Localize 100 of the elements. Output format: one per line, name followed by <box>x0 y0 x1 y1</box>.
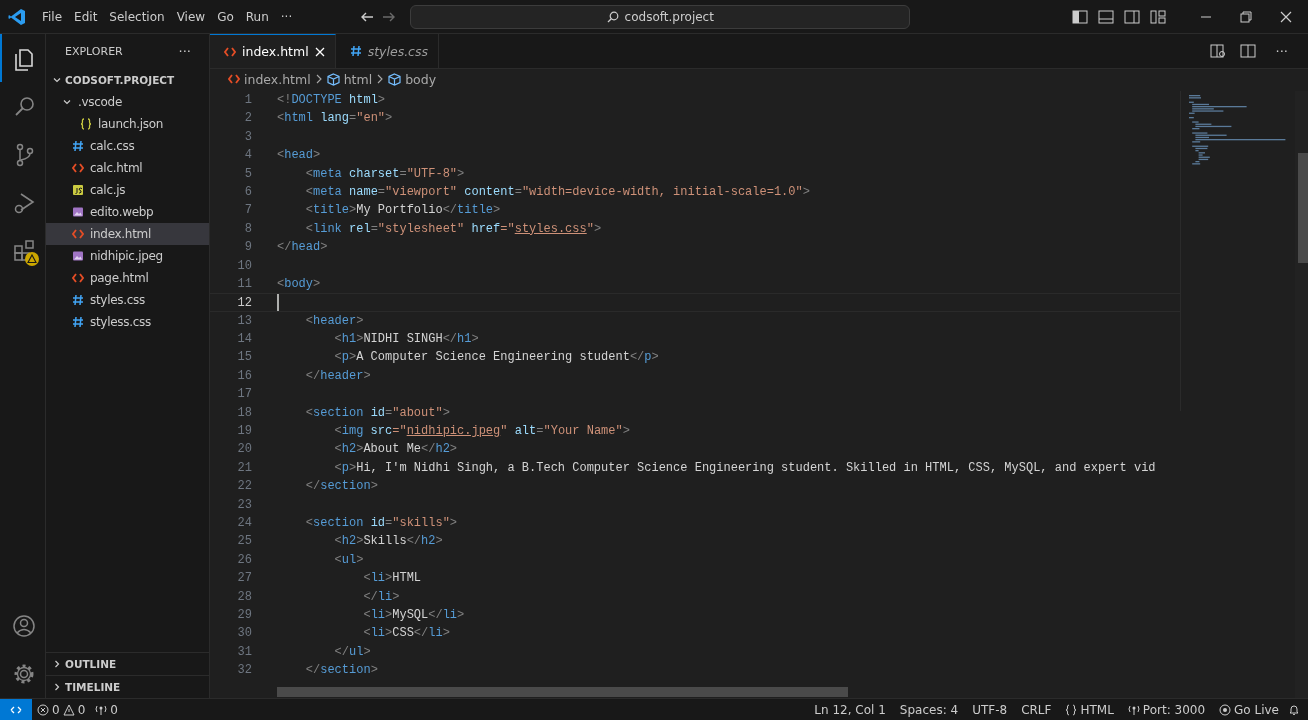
port-button[interactable]: Port: 3000 <box>1122 702 1211 717</box>
ports-button[interactable]: 0 <box>90 702 123 717</box>
breadcrumb-item[interactable]: index.html <box>228 71 311 87</box>
problems-button[interactable]: 0 0 <box>32 702 91 717</box>
language-mode-button[interactable]: HTML <box>1060 702 1119 717</box>
hash-file-icon <box>72 140 84 152</box>
more-actions-button[interactable]: ··· <box>1269 42 1294 60</box>
search-icon <box>606 10 619 23</box>
menu-item[interactable]: Go <box>211 6 240 27</box>
more-menu-button[interactable]: ··· <box>274 6 299 27</box>
cube-icon <box>326 72 340 86</box>
line-number: 18 <box>236 404 252 422</box>
code-file-icon <box>72 162 84 174</box>
editor-tab[interactable]: index.html <box>210 34 336 68</box>
sidebar-layout-icon[interactable] <box>1072 9 1088 24</box>
explorer-file[interactable]: page.html <box>46 267 209 289</box>
code-line: <li>HTML <box>362 570 423 588</box>
account-icon[interactable] <box>10 613 37 639</box>
vertical-scrollbar[interactable] <box>1298 153 1308 263</box>
code-file-icon <box>224 45 236 58</box>
hash-file-icon <box>72 316 84 328</box>
braces-icon <box>1065 703 1078 716</box>
more-actions-button[interactable]: ··· <box>172 43 197 60</box>
code-line: <title>My Portfolio</title> <box>304 202 502 220</box>
code-line: </head> <box>277 239 329 257</box>
code-line: <section id="about"> <box>304 404 451 422</box>
braces-file-icon <box>80 118 92 130</box>
code-line: </section> <box>304 478 379 496</box>
menu-item[interactable]: Run <box>239 6 275 27</box>
panel-layout-icon[interactable] <box>1098 9 1114 24</box>
code-line: <section id="skills"> <box>304 515 459 532</box>
indentation-button[interactable]: Spaces: 4 <box>894 702 964 717</box>
line-number: 1 <box>243 92 252 109</box>
line-number: 14 <box>236 331 252 349</box>
explorer-file[interactable]: styless.css <box>46 311 209 333</box>
open-preview-icon[interactable] <box>1209 43 1226 59</box>
code-line: <meta charset="UTF-8"> <box>304 165 466 183</box>
broadcast-icon <box>1219 703 1232 716</box>
line-number: 6 <box>243 183 252 201</box>
horizontal-scrollbar[interactable] <box>277 687 848 697</box>
restore-icon[interactable] <box>1240 10 1252 23</box>
bell-icon[interactable] <box>1288 703 1300 716</box>
explorer-file[interactable]: calc.css <box>46 135 209 157</box>
image-file-icon <box>72 206 84 218</box>
line-number: 10 <box>236 257 252 275</box>
line-number: 21 <box>236 459 252 477</box>
explorer-file[interactable]: index.html <box>46 223 209 245</box>
antenna-icon <box>95 703 108 716</box>
menu-item[interactable]: View <box>170 6 212 27</box>
custom-layout-icon[interactable] <box>1150 9 1166 24</box>
explorer-file[interactable]: calc.html <box>46 157 209 179</box>
line-number: 7 <box>243 202 252 220</box>
close-icon[interactable] <box>1280 10 1292 23</box>
code-line: <!DOCTYPE html> <box>277 92 387 109</box>
line-number: 9 <box>243 239 252 257</box>
line-number: 20 <box>236 441 252 459</box>
code-line: <header> <box>304 312 365 330</box>
line-number: 24 <box>236 515 252 532</box>
editor-tab[interactable]: styles.css <box>335 34 439 68</box>
code-file-icon <box>72 272 84 284</box>
explorer-file[interactable]: edito.webp <box>46 201 209 223</box>
menu-item[interactable]: Selection <box>103 6 171 27</box>
encoding-button[interactable]: UTF-8 <box>967 702 1013 717</box>
cursor-position-button[interactable]: Ln 12, Col 1 <box>809 702 891 717</box>
code-line: <h2>Skills</h2> <box>333 533 444 551</box>
line-number: 29 <box>236 606 252 624</box>
command-search-field[interactable]: codsoft.project <box>410 4 911 29</box>
breadcrumb-item[interactable]: html <box>326 71 373 87</box>
code-line: <html lang="en"> <box>277 110 394 128</box>
line-number: 19 <box>236 423 252 441</box>
explorer-folder[interactable]: .vscode <box>46 91 209 113</box>
js-file-icon <box>72 184 84 196</box>
line-number: 31 <box>236 643 252 661</box>
explorer-file[interactable]: calc.js <box>46 179 209 201</box>
code-line: <ul> <box>333 551 365 569</box>
code-line: <head> <box>277 147 322 165</box>
line-number: 30 <box>236 625 252 643</box>
line-number: 25 <box>236 533 252 551</box>
menu-item[interactable]: File <box>36 6 69 27</box>
go-live-button[interactable]: Go Live <box>1214 702 1284 717</box>
menu-item[interactable]: Edit <box>68 6 104 27</box>
split-editor-icon[interactable] <box>1239 43 1256 59</box>
explorer-file[interactable]: styles.css <box>46 289 209 311</box>
code-line: </section> <box>304 662 379 680</box>
code-line: <li>MySQL</li> <box>362 606 466 624</box>
line-number: 8 <box>243 220 252 238</box>
app-logo-icon <box>8 7 26 26</box>
explorer-file[interactable]: launch.json <box>46 113 209 135</box>
explorer-file[interactable]: nidhipic.jpeg <box>46 245 209 267</box>
line-number: 5 <box>243 165 252 183</box>
section-header[interactable]: OUTLINE <box>46 652 209 675</box>
line-number: 23 <box>236 496 252 514</box>
line-ending-button[interactable]: CRLF <box>1016 702 1057 717</box>
breadcrumb-item[interactable]: body <box>388 71 437 87</box>
split-layout-icon[interactable] <box>1124 9 1140 24</box>
line-number: 15 <box>236 349 252 367</box>
code-line: <meta name="viewport" content="width=device-width, initial-scale=1.0"> <box>304 183 811 201</box>
chevron-icon <box>314 74 323 84</box>
line-number: 4 <box>243 147 252 165</box>
project-folder-header[interactable]: CODSOFT.PROJECT <box>46 69 209 91</box>
